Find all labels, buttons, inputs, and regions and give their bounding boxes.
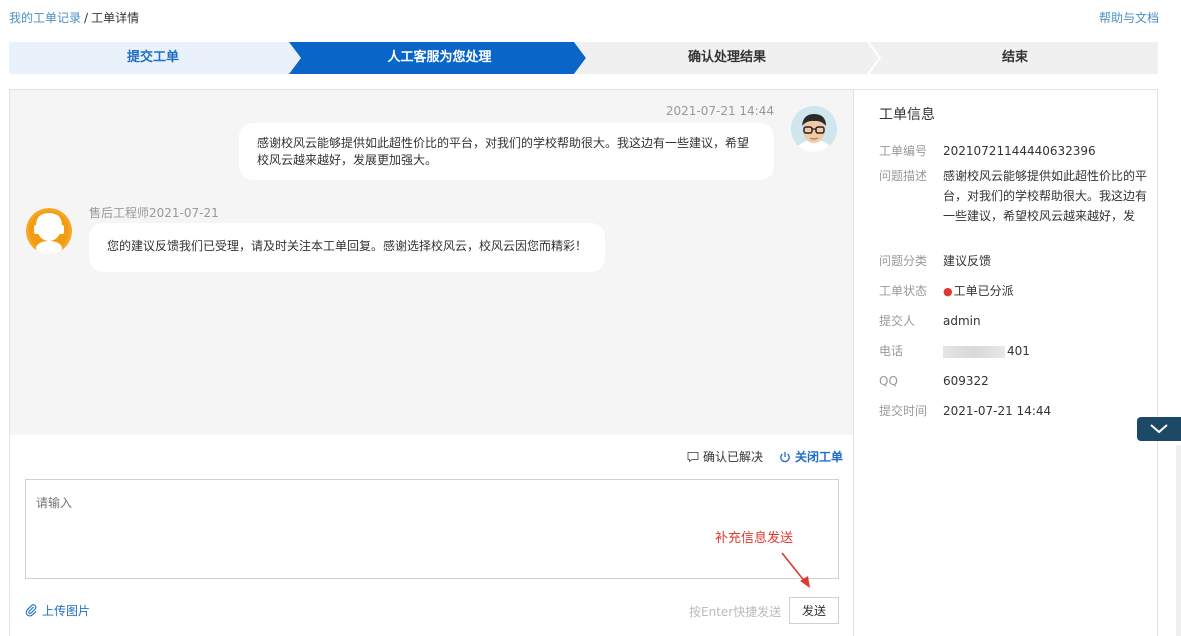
engineer-avatar-icon <box>26 208 72 254</box>
ticket-id-value: 20210721144440632396 <box>943 144 1096 158</box>
info-row-phone: 电话 401 <box>879 341 1148 361</box>
paperclip-icon <box>25 604 37 617</box>
info-label: 工单编号 <box>879 144 928 158</box>
comment-icon <box>687 451 699 463</box>
step-end: 结束 <box>1001 50 1028 65</box>
phone-value: 401 <box>943 341 1148 361</box>
chevron-down-icon <box>1150 424 1168 434</box>
info-row-status: 工单状态 ●工单已分派 <box>879 281 1148 302</box>
progress-steps: 提交工单 人工客服为您处理 确认处理结果 结束 <box>9 42 1158 74</box>
engineer-message-text: 您的建议反馈我们已受理，请及时关注本工单回复。感谢选择校风云，校风云因您而精彩！ <box>107 239 588 253</box>
info-label: 提交时间 <box>879 404 928 418</box>
breadcrumb-separator: / <box>84 11 89 25</box>
confirm-resolved-button[interactable]: 确认已解决 <box>687 448 763 465</box>
info-row-category: 问题分类 建议反馈 <box>879 251 1148 271</box>
phone-redaction <box>943 345 1005 358</box>
submit-time-value: 2021-07-21 14:44 <box>943 404 1052 418</box>
description-value: 感谢校风云能够提供如此超性价比的平台，对我们的学校帮助很大。我这边有一些建议，希… <box>943 169 1148 223</box>
user-message-line-1: 感谢校风云能够提供如此超性价比的平台，对我们的学校帮助很大。我这边有一些建议，希… <box>257 136 750 150</box>
scrollbar[interactable] <box>1176 445 1181 636</box>
enter-shortcut-hint: 按Enter快捷发送 <box>689 605 782 619</box>
submitter-value: admin <box>943 314 981 328</box>
upload-image-button[interactable]: 上传图片 <box>25 602 90 619</box>
status-dot-icon: ● <box>943 285 953 298</box>
status-text: 工单已分派 <box>953 284 1014 298</box>
info-row-submit-time: 提交时间 2021-07-21 14:44 <box>879 401 1148 421</box>
info-label: QQ <box>879 374 898 388</box>
info-row-description: 问题描述 感谢校风云能够提供如此超性价比的平台，对我们的学校帮助很大。我这边有一… <box>879 166 1148 226</box>
annotation-arrow-icon <box>781 552 810 588</box>
category-value: 建议反馈 <box>943 254 992 268</box>
user-message-bubble: 感谢校风云能够提供如此超性价比的平台，对我们的学校帮助很大。我这边有一些建议，希… <box>239 123 774 180</box>
engineer-message-bubble: 您的建议反馈我们已受理，请及时关注本工单回复。感谢选择校风云，校风云因您而精彩！ <box>89 223 605 272</box>
close-ticket-label: 关闭工单 <box>794 450 843 464</box>
power-icon <box>780 451 790 462</box>
status-value: ●工单已分派 <box>943 281 1148 302</box>
help-docs-link[interactable]: 帮助与文档 <box>1099 9 1159 26</box>
user-avatar-icon <box>791 106 837 152</box>
ticket-actions: 确认已解决 关闭工单 <box>687 448 843 465</box>
collapse-tab-button[interactable] <box>1137 417 1181 441</box>
info-label: 问题描述 <box>879 169 928 183</box>
close-ticket-button[interactable]: 关闭工单 <box>779 448 843 465</box>
upload-image-label: 上传图片 <box>42 604 91 618</box>
info-row-submitter: 提交人 admin <box>879 311 1148 331</box>
step-submit: 提交工单 <box>126 50 179 65</box>
panel-divider <box>853 90 854 636</box>
user-avatar <box>791 106 837 152</box>
info-label: 问题分类 <box>879 254 928 268</box>
info-row-ticket-id: 工单编号 20210721144440632396 <box>879 141 1148 161</box>
breadcrumb-current: 工单详情 <box>91 11 140 25</box>
qq-value: 609322 <box>943 374 989 388</box>
ticket-panel: 2021-07-21 14:44 感谢校风云能够提供如此超性价比的平台，对我们的… <box>9 89 1158 636</box>
info-label: 工单状态 <box>879 284 928 298</box>
user-message-line-2: 校风云越来越好，发展更加强大。 <box>257 153 438 167</box>
step-confirm: 确认处理结果 <box>687 50 766 65</box>
engineer-name-time: 售后工程师2021-07-21 <box>89 206 219 220</box>
user-message-time: 2021-07-21 14:44 <box>665 104 774 118</box>
confirm-resolved-label: 确认已解决 <box>702 450 763 464</box>
info-label: 提交人 <box>879 314 916 328</box>
step-processing: 人工客服为您处理 <box>387 50 492 65</box>
phone-visible-digits: 401 <box>1007 344 1030 358</box>
engineer-avatar <box>26 208 72 254</box>
info-label: 电话 <box>879 344 904 358</box>
breadcrumb: 我的工单记录 / 工单详情 <box>9 9 139 26</box>
info-row-qq: QQ 609322 <box>879 371 1148 391</box>
ticket-info-title: 工单信息 <box>879 107 935 123</box>
chat-area[interactable]: 2021-07-21 14:44 感谢校风云能够提供如此超性价比的平台，对我们的… <box>10 90 853 435</box>
breadcrumb-my-tickets-link[interactable]: 我的工单记录 <box>9 11 81 25</box>
send-button[interactable]: 发送 <box>789 597 839 624</box>
annotation-text: 补充信息发送 <box>715 531 794 546</box>
